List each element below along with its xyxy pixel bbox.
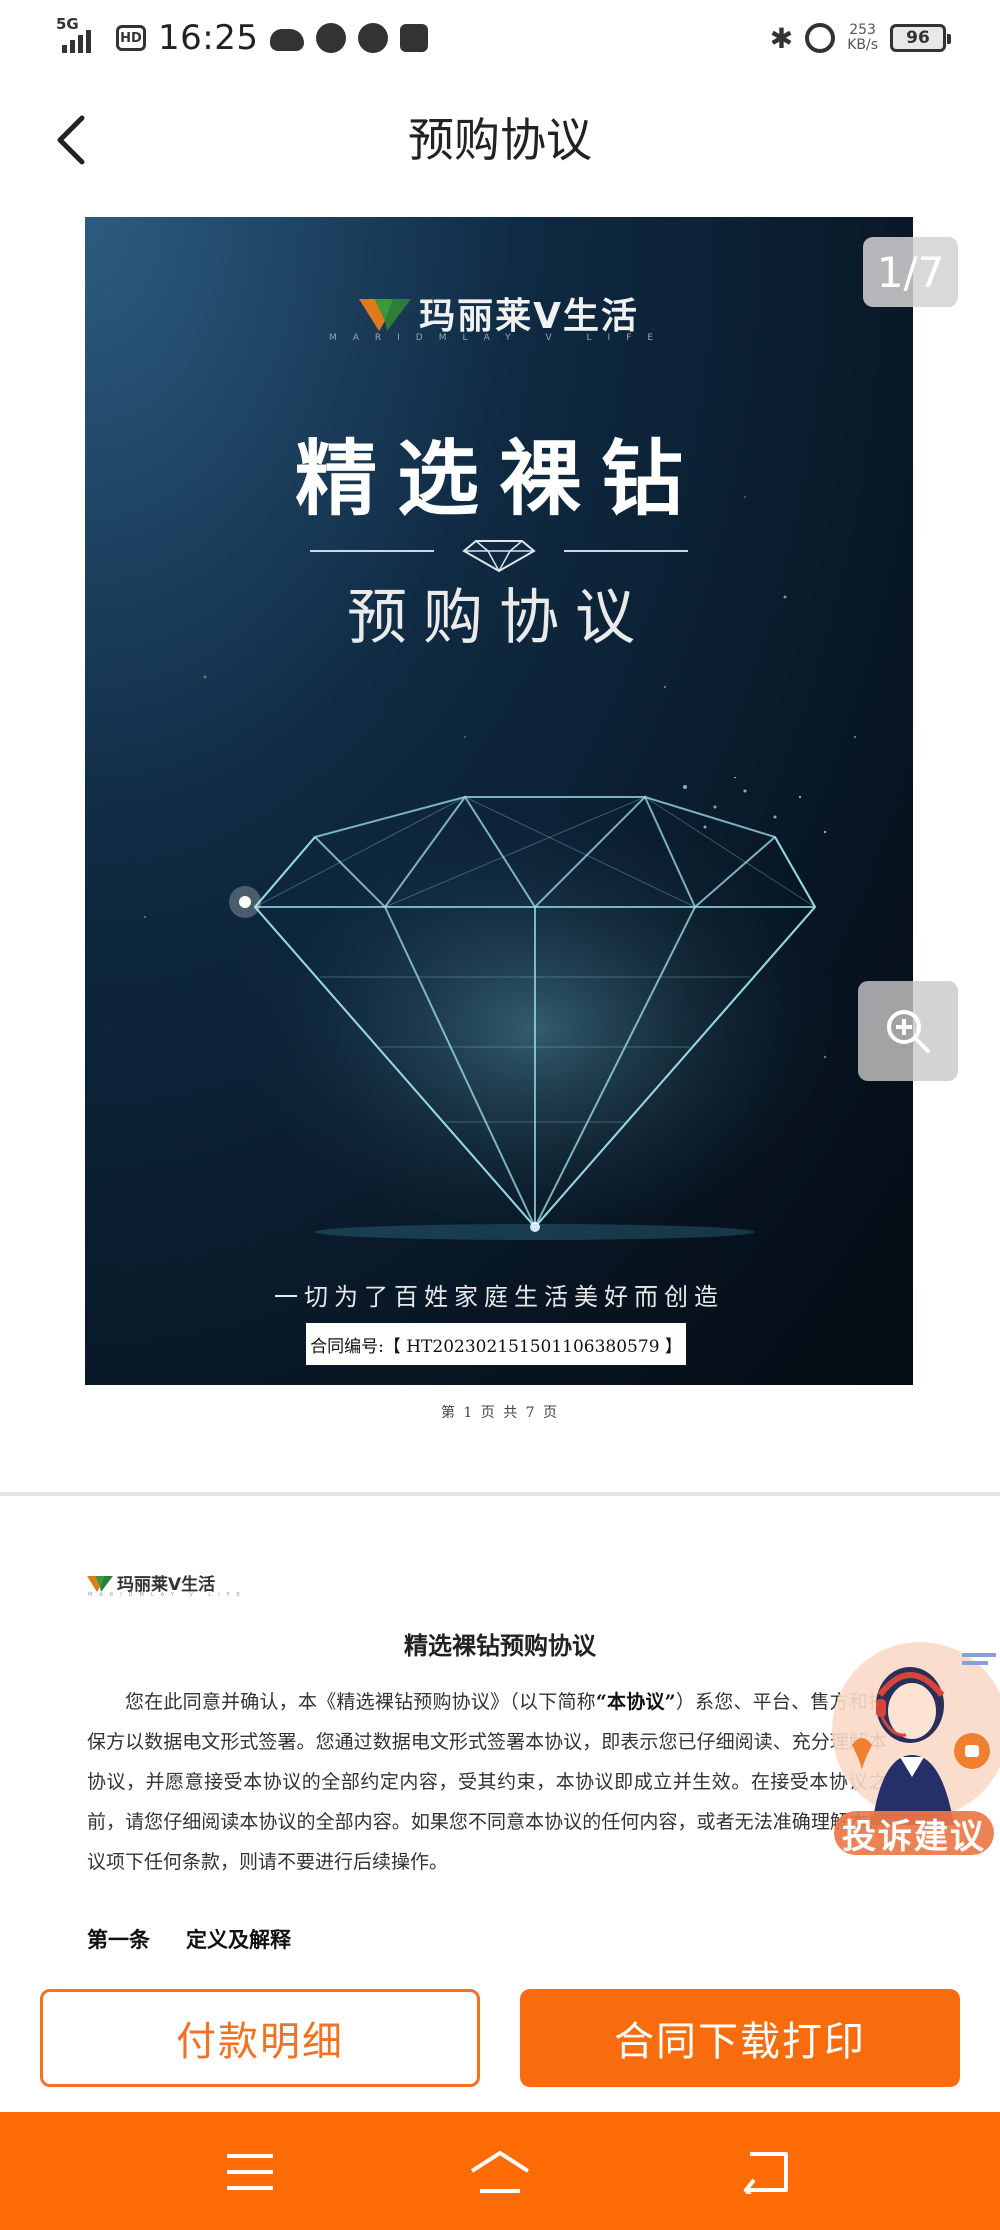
brand-v-icon [87,1575,113,1592]
bluetooth-icon: ✱ [769,21,794,55]
cover-page: 玛丽莱V生活 MARIDMLAY V LIFE 精选裸钻 预购协议 一切为了百姓… [85,217,913,1385]
app-icon [358,23,389,53]
app-icon [316,23,347,53]
page-footer: 第 1 页 共 7 页 [440,1405,560,1421]
network-speed: 253 KB/s [847,23,878,53]
cover-slogan: 一切为了百姓家庭生活美好而创造 [274,1283,724,1311]
intro-text-1: 您在此同意并确认，本《精选裸钻预购协议》（以下简称 [125,1691,596,1713]
nav-bar: 预购协议 [0,74,1000,202]
page-separator [0,1492,1000,1496]
contract-number: 合同编号:【 HT2023021515011063805​79 】 [306,1323,686,1365]
menu-button[interactable] [220,2142,280,2202]
diamond-illustration [229,777,835,1240]
section-heading: 第一条 定义及解释 [87,1924,291,1954]
back-nav-button[interactable] [735,2142,795,2202]
brand-tagline: MARIDMLAY V LIFE [328,333,670,343]
page-indicator: 1/7 [863,237,958,307]
clock: 16:25 [158,18,259,58]
system-nav-bar [0,2112,1000,2230]
agreement-intro: 您在此同意并确认，本《精选裸钻预购协议》（以下简称“本协议”）系您、平台、售方和… [87,1682,887,1882]
brand-logo: 玛丽莱V生活 [85,287,913,339]
signal-icon: 5G [56,15,104,55]
action-bar: 付款明细 合同下载打印 [0,1982,1000,2112]
speed-value: 253 [849,22,876,38]
complaint-button[interactable]: 投诉建议 [822,1625,1000,1865]
page-title: 预购协议 [408,113,592,167]
menu-icon [227,2154,273,2190]
cover-subtitle: 预购协议 [347,583,651,653]
section-number: 第一条 [87,1927,150,1952]
brand-v-icon [359,299,412,331]
intro-text-2: ）系您、平台、售方和担保方以数据电文形式签署。您通过数据电文形式签署本协议，即表… [87,1691,887,1873]
alarm-icon [805,23,836,53]
zoom-button[interactable] [858,981,958,1081]
brand-name: 玛丽莱V生活 [419,296,639,337]
home-icon [470,2151,530,2193]
customer-service-icon [832,1642,1000,1825]
weather-icon [270,29,305,51]
status-left: 5G HD 16:25 [56,15,429,60]
speed-unit: KB/s [847,37,878,53]
status-right: ✱ 253 KB/s 96 [769,18,951,58]
battery-icon: 96 [890,24,951,52]
intro-bold: “本协议” [595,1691,676,1713]
diamond-divider [310,540,688,573]
download-print-button[interactable]: 合同下载打印 [520,1989,960,2087]
cover-title: 精选裸钻 [294,431,703,527]
section-title: 定义及解释 [186,1927,291,1952]
message-icon [400,24,429,52]
page2-brand-tagline: MARIDMLAY V LIFE [88,1592,247,1598]
home-button[interactable] [470,2142,530,2202]
zoom-in-icon [887,1010,930,1053]
payment-details-button[interactable]: 付款明细 [40,1989,480,2087]
return-icon [743,2152,788,2194]
hd-icon: HD [116,25,146,51]
complaint-label: 投诉建议 [834,1811,994,1857]
status-bar: 5G HD 16:25 ✱ 253 KB/s 96 [0,0,1000,74]
